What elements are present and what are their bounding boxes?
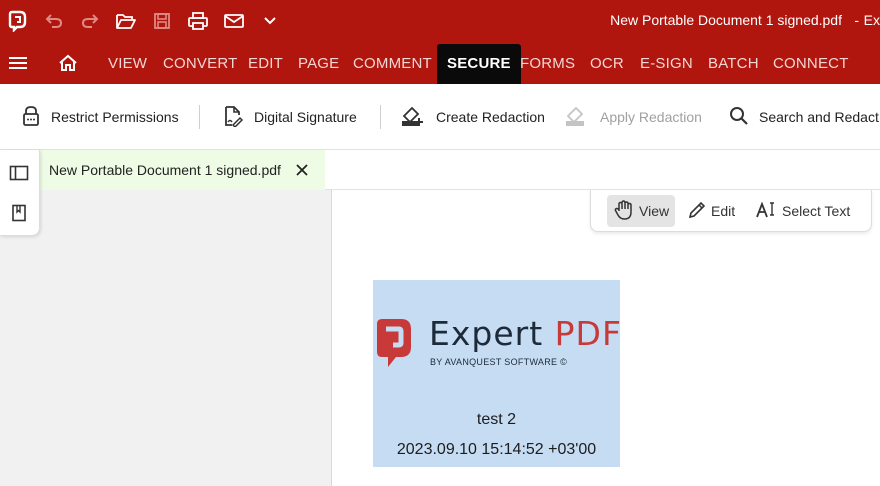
lock-icon (21, 105, 41, 130)
view-mode-button[interactable]: View (607, 195, 676, 227)
create-redaction-button[interactable]: Create Redaction (400, 84, 545, 150)
hamburger-menu-icon[interactable] (0, 41, 36, 84)
document-tab-label: New Portable Document 1 signed.pdf (49, 162, 281, 178)
redo-icon[interactable] (72, 0, 108, 41)
home-icon[interactable] (50, 41, 86, 84)
select-text-mode-button[interactable]: Select Text (750, 195, 856, 227)
signer-name: test 2 (476, 411, 517, 428)
view-mode-bar: View Edit Select Text (590, 190, 872, 232)
ribbon-tabs: VIEW CONVERT EDIT PAGE COMMENT SECURE FO… (0, 41, 880, 84)
text-cursor-icon (756, 200, 778, 223)
tab-convert[interactable]: CONVERT (163, 41, 237, 84)
tab-view[interactable]: VIEW (108, 41, 147, 84)
pencil-icon (687, 200, 707, 223)
window-title: New Portable Document 1 signed.pdf (610, 12, 842, 28)
restrict-permissions-button[interactable]: Restrict Permissions (21, 84, 179, 150)
signature-datetime: 2023.09.10 15:14:52 +03'00 (396, 441, 597, 458)
tab-ocr[interactable]: OCR (590, 41, 624, 84)
tab-batch[interactable]: BATCH (708, 41, 759, 84)
hand-icon (613, 199, 635, 224)
side-panel (0, 190, 332, 486)
edit-mode-button[interactable]: Edit (681, 195, 741, 227)
brand-pdf: PDF (554, 314, 622, 353)
bookmark-icon[interactable] (0, 193, 38, 233)
restrict-permissions-label: Restrict Permissions (51, 109, 179, 125)
apply-redaction-icon (564, 104, 590, 131)
search-and-redact-button[interactable]: Search and Redact (729, 84, 879, 150)
tab-connect[interactable]: CONNECT (773, 41, 849, 84)
brand-subtitle: BY AVANQUEST SOFTWARE © (430, 357, 568, 367)
title-separator: - (854, 12, 859, 28)
email-icon[interactable] (216, 0, 252, 41)
expert-pdf-logo-icon (375, 317, 413, 374)
toolbar-divider (380, 105, 381, 129)
panel-toggle-icon[interactable] (0, 153, 38, 193)
signed-document-icon (222, 105, 244, 130)
secure-toolbar: Restrict Permissions Digital Signature C… (0, 84, 880, 150)
title-bar: New Portable Document 1 signed.pdf - Ex (0, 0, 880, 41)
chevron-down-icon[interactable] (252, 0, 288, 41)
tab-page[interactable]: PAGE (298, 41, 339, 84)
toolbar-divider (199, 105, 200, 129)
undo-icon[interactable] (36, 0, 72, 41)
document-tab[interactable]: New Portable Document 1 signed.pdf (40, 150, 325, 190)
app-name: Ex (863, 12, 880, 28)
digital-signature-button[interactable]: Digital Signature (222, 84, 357, 150)
close-icon[interactable] (293, 161, 311, 179)
quick-access-toolbar (0, 0, 288, 41)
apply-redaction-label: Apply Redaction (600, 109, 702, 125)
tab-edit[interactable]: EDIT (248, 41, 283, 84)
print-icon[interactable] (180, 0, 216, 41)
search-and-redact-label: Search and Redact (759, 109, 879, 125)
document-tab-strip: New Portable Document 1 signed.pdf (0, 150, 880, 190)
left-rail (0, 150, 40, 236)
brand-main: Expert (429, 314, 544, 353)
tab-secure[interactable]: SECURE (437, 44, 521, 84)
select-text-mode-label: Select Text (782, 203, 851, 219)
tab-comment[interactable]: COMMENT (353, 41, 432, 84)
create-redaction-label: Create Redaction (436, 109, 545, 125)
signature-field[interactable]: Expert PDF BY AVANQUEST SOFTWARE © test … (373, 280, 622, 467)
digital-signature-label: Digital Signature (254, 109, 357, 125)
save-icon[interactable] (144, 0, 180, 41)
tab-forms[interactable]: FORMS (520, 41, 575, 84)
app-logo-icon[interactable] (0, 0, 36, 41)
apply-redaction-button[interactable]: Apply Redaction (564, 84, 702, 150)
tab-e-sign[interactable]: E-SIGN (640, 41, 693, 84)
signature-brand: Expert PDF (429, 314, 622, 353)
edit-mode-label: Edit (711, 203, 736, 219)
create-redaction-icon (400, 104, 426, 131)
view-mode-label: View (639, 203, 670, 219)
search-icon (729, 106, 749, 129)
open-folder-icon[interactable] (108, 0, 144, 41)
